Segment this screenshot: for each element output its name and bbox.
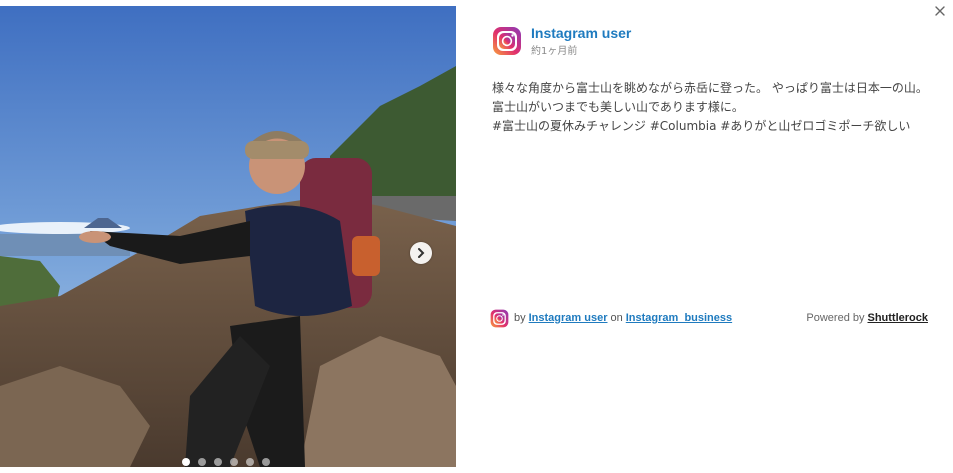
- next-photo-button[interactable]: [410, 242, 432, 264]
- post-footer: by Instagram user on Instagram_business …: [490, 307, 928, 329]
- by-label: by: [514, 312, 526, 324]
- close-icon: [935, 6, 945, 16]
- carousel-dot[interactable]: [262, 458, 270, 466]
- carousel-dot[interactable]: [198, 458, 206, 466]
- post-caption: 様々な角度から富士山を眺めながら赤岳に登った。 やっぱり富士は日本一の山。 富士…: [492, 81, 928, 133]
- carousel-dot[interactable]: [214, 458, 222, 466]
- account-link[interactable]: Instagram_business: [626, 312, 732, 324]
- powered-by: Powered by Shuttlerock: [806, 312, 928, 324]
- close-button[interactable]: [932, 3, 948, 19]
- user-link[interactable]: Instagram user: [529, 312, 608, 324]
- instagram-icon: [493, 27, 521, 55]
- shuttlerock-link[interactable]: Shuttlerock: [867, 312, 928, 324]
- carousel-dots: [182, 458, 270, 466]
- on-label: on: [610, 312, 623, 324]
- post-photo[interactable]: [0, 6, 456, 467]
- chevron-right-icon: [418, 248, 425, 258]
- attribution: by Instagram user on Instagram_business: [514, 312, 732, 324]
- post-header: Instagram user 約1ヶ月前: [492, 25, 631, 58]
- carousel-dot[interactable]: [182, 458, 190, 466]
- carousel-dot[interactable]: [230, 458, 238, 466]
- mountain-photo: [0, 6, 456, 467]
- carousel-dot[interactable]: [246, 458, 254, 466]
- user-name-link[interactable]: Instagram user: [531, 25, 631, 41]
- instagram-icon: [490, 309, 509, 327]
- powered-by-label: Powered by: [806, 312, 865, 324]
- post-timestamp: 約1ヶ月前: [531, 46, 578, 57]
